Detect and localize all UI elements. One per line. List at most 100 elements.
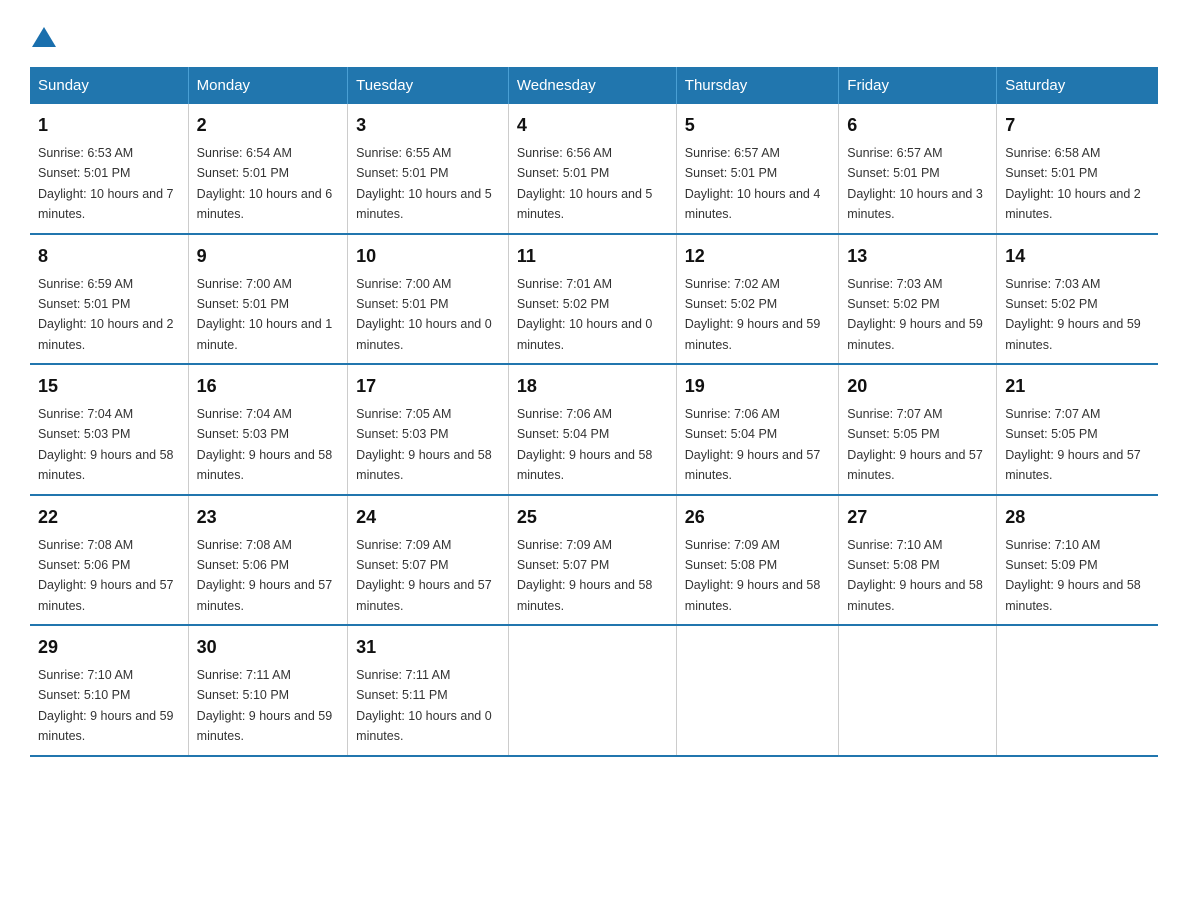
day-number: 27 [847, 504, 988, 531]
calendar-week-2: 8Sunrise: 6:59 AMSunset: 5:01 PMDaylight… [30, 234, 1158, 365]
day-info: Sunrise: 7:00 AMSunset: 5:01 PMDaylight:… [356, 277, 492, 352]
day-number: 20 [847, 373, 988, 400]
day-number: 21 [1005, 373, 1150, 400]
calendar-cell [676, 625, 839, 756]
day-number: 23 [197, 504, 340, 531]
day-info: Sunrise: 6:53 AMSunset: 5:01 PMDaylight:… [38, 146, 174, 221]
calendar-cell: 14 Sunrise: 7:03 AMSunset: 5:02 PMDayligh… [997, 234, 1158, 365]
calendar-cell: 13Sunrise: 7:03 AMSunset: 5:02 PMDayligh… [839, 234, 997, 365]
calendar-cell: 6 Sunrise: 6:57 AMSunset: 5:01 PMDaylight… [839, 104, 997, 234]
day-info: Sunrise: 6:59 AMSunset: 5:01 PMDaylight:… [38, 277, 174, 352]
header-wednesday: Wednesday [508, 67, 676, 104]
day-info: Sunrise: 7:10 AMSunset: 5:08 PMDaylight:… [847, 538, 983, 613]
day-info: Sunrise: 7:09 AMSunset: 5:07 PMDaylight:… [356, 538, 492, 613]
day-number: 22 [38, 504, 180, 531]
day-info: Sunrise: 6:56 AMSunset: 5:01 PMDaylight:… [517, 146, 653, 221]
day-info: Sunrise: 7:11 AMSunset: 5:11 PMDaylight:… [356, 668, 492, 743]
calendar-cell: 31 Sunrise: 7:11 AMSunset: 5:11 PMDayligh… [348, 625, 509, 756]
day-number: 2 [197, 112, 340, 139]
day-info: Sunrise: 7:06 AMSunset: 5:04 PMDaylight:… [685, 407, 821, 482]
day-info: Sunrise: 6:57 AMSunset: 5:01 PMDaylight:… [847, 146, 983, 221]
day-info: Sunrise: 7:03 AMSunset: 5:02 PMDaylight:… [847, 277, 983, 352]
calendar-cell: 20 Sunrise: 7:07 AMSunset: 5:05 PMDayligh… [839, 364, 997, 495]
calendar-cell: 27 Sunrise: 7:10 AMSunset: 5:08 PMDayligh… [839, 495, 997, 626]
day-number: 5 [685, 112, 831, 139]
day-info: Sunrise: 6:54 AMSunset: 5:01 PMDaylight:… [197, 146, 333, 221]
calendar-table: SundayMondayTuesdayWednesdayThursdayFrid… [30, 67, 1158, 757]
calendar-cell [508, 625, 676, 756]
calendar-cell: 12Sunrise: 7:02 AMSunset: 5:02 PMDayligh… [676, 234, 839, 365]
day-number: 29 [38, 634, 180, 661]
day-number: 17 [356, 373, 500, 400]
day-number: 18 [517, 373, 668, 400]
day-info: Sunrise: 7:10 AMSunset: 5:09 PMDaylight:… [1005, 538, 1141, 613]
day-number: 31 [356, 634, 500, 661]
calendar-cell: 10 Sunrise: 7:00 AMSunset: 5:01 PMDayligh… [348, 234, 509, 365]
day-info: Sunrise: 7:07 AMSunset: 5:05 PMDaylight:… [847, 407, 983, 482]
calendar-cell: 16 Sunrise: 7:04 AMSunset: 5:03 PMDayligh… [188, 364, 348, 495]
logo [30, 20, 56, 47]
calendar-cell: 19 Sunrise: 7:06 AMSunset: 5:04 PMDayligh… [676, 364, 839, 495]
calendar-cell: 24 Sunrise: 7:09 AMSunset: 5:07 PMDayligh… [348, 495, 509, 626]
day-info: Sunrise: 6:58 AMSunset: 5:01 PMDaylight:… [1005, 146, 1141, 221]
header-sunday: Sunday [30, 67, 188, 104]
day-number: 15 [38, 373, 180, 400]
header-tuesday: Tuesday [348, 67, 509, 104]
calendar-cell: 29 Sunrise: 7:10 AMSunset: 5:10 PMDayligh… [30, 625, 188, 756]
calendar-week-5: 29 Sunrise: 7:10 AMSunset: 5:10 PMDayligh… [30, 625, 1158, 756]
day-info: Sunrise: 6:57 AMSunset: 5:01 PMDaylight:… [685, 146, 821, 221]
day-info: Sunrise: 7:04 AMSunset: 5:03 PMDaylight:… [38, 407, 174, 482]
calendar-cell: 17Sunrise: 7:05 AMSunset: 5:03 PMDayligh… [348, 364, 509, 495]
logo-triangle-icon [32, 27, 56, 47]
calendar-cell: 25 Sunrise: 7:09 AMSunset: 5:07 PMDayligh… [508, 495, 676, 626]
day-number: 30 [197, 634, 340, 661]
calendar-cell: 1Sunrise: 6:53 AMSunset: 5:01 PMDaylight… [30, 104, 188, 234]
day-info: Sunrise: 7:11 AMSunset: 5:10 PMDaylight:… [197, 668, 333, 743]
calendar-cell: 23 Sunrise: 7:08 AMSunset: 5:06 PMDayligh… [188, 495, 348, 626]
day-info: Sunrise: 7:08 AMSunset: 5:06 PMDaylight:… [197, 538, 333, 613]
day-number: 25 [517, 504, 668, 531]
day-number: 14 [1005, 243, 1150, 270]
header-saturday: Saturday [997, 67, 1158, 104]
calendar-header-row: SundayMondayTuesdayWednesdayThursdayFrid… [30, 67, 1158, 104]
day-info: Sunrise: 6:55 AMSunset: 5:01 PMDaylight:… [356, 146, 492, 221]
calendar-cell: 5 Sunrise: 6:57 AMSunset: 5:01 PMDaylight… [676, 104, 839, 234]
header-monday: Monday [188, 67, 348, 104]
calendar-cell: 4 Sunrise: 6:56 AMSunset: 5:01 PMDaylight… [508, 104, 676, 234]
day-info: Sunrise: 7:00 AMSunset: 5:01 PMDaylight:… [197, 277, 333, 352]
day-number: 4 [517, 112, 668, 139]
day-number: 3 [356, 112, 500, 139]
calendar-cell: 7 Sunrise: 6:58 AMSunset: 5:01 PMDaylight… [997, 104, 1158, 234]
day-info: Sunrise: 7:03 AMSunset: 5:02 PMDaylight:… [1005, 277, 1141, 352]
day-number: 11 [517, 243, 668, 270]
day-info: Sunrise: 7:10 AMSunset: 5:10 PMDaylight:… [38, 668, 174, 743]
day-number: 24 [356, 504, 500, 531]
calendar-cell: 21Sunrise: 7:07 AMSunset: 5:05 PMDayligh… [997, 364, 1158, 495]
day-number: 6 [847, 112, 988, 139]
calendar-week-3: 15 Sunrise: 7:04 AMSunset: 5:03 PMDayligh… [30, 364, 1158, 495]
day-number: 28 [1005, 504, 1150, 531]
day-number: 12 [685, 243, 831, 270]
calendar-cell: 15 Sunrise: 7:04 AMSunset: 5:03 PMDayligh… [30, 364, 188, 495]
calendar-cell [997, 625, 1158, 756]
day-info: Sunrise: 7:01 AMSunset: 5:02 PMDaylight:… [517, 277, 653, 352]
page-header [30, 20, 1158, 47]
day-info: Sunrise: 7:09 AMSunset: 5:08 PMDaylight:… [685, 538, 821, 613]
day-number: 26 [685, 504, 831, 531]
day-number: 16 [197, 373, 340, 400]
day-number: 19 [685, 373, 831, 400]
calendar-cell: 28 Sunrise: 7:10 AMSunset: 5:09 PMDayligh… [997, 495, 1158, 626]
day-number: 9 [197, 243, 340, 270]
day-info: Sunrise: 7:09 AMSunset: 5:07 PMDaylight:… [517, 538, 653, 613]
calendar-cell: 2 Sunrise: 6:54 AMSunset: 5:01 PMDaylight… [188, 104, 348, 234]
calendar-cell: 11 Sunrise: 7:01 AMSunset: 5:02 PMDayligh… [508, 234, 676, 365]
header-friday: Friday [839, 67, 997, 104]
calendar-cell: 18Sunrise: 7:06 AMSunset: 5:04 PMDayligh… [508, 364, 676, 495]
day-number: 10 [356, 243, 500, 270]
day-number: 7 [1005, 112, 1150, 139]
calendar-cell [839, 625, 997, 756]
day-info: Sunrise: 7:04 AMSunset: 5:03 PMDaylight:… [197, 407, 333, 482]
header-thursday: Thursday [676, 67, 839, 104]
calendar-cell: 3 Sunrise: 6:55 AMSunset: 5:01 PMDaylight… [348, 104, 509, 234]
calendar-cell: 26 Sunrise: 7:09 AMSunset: 5:08 PMDayligh… [676, 495, 839, 626]
